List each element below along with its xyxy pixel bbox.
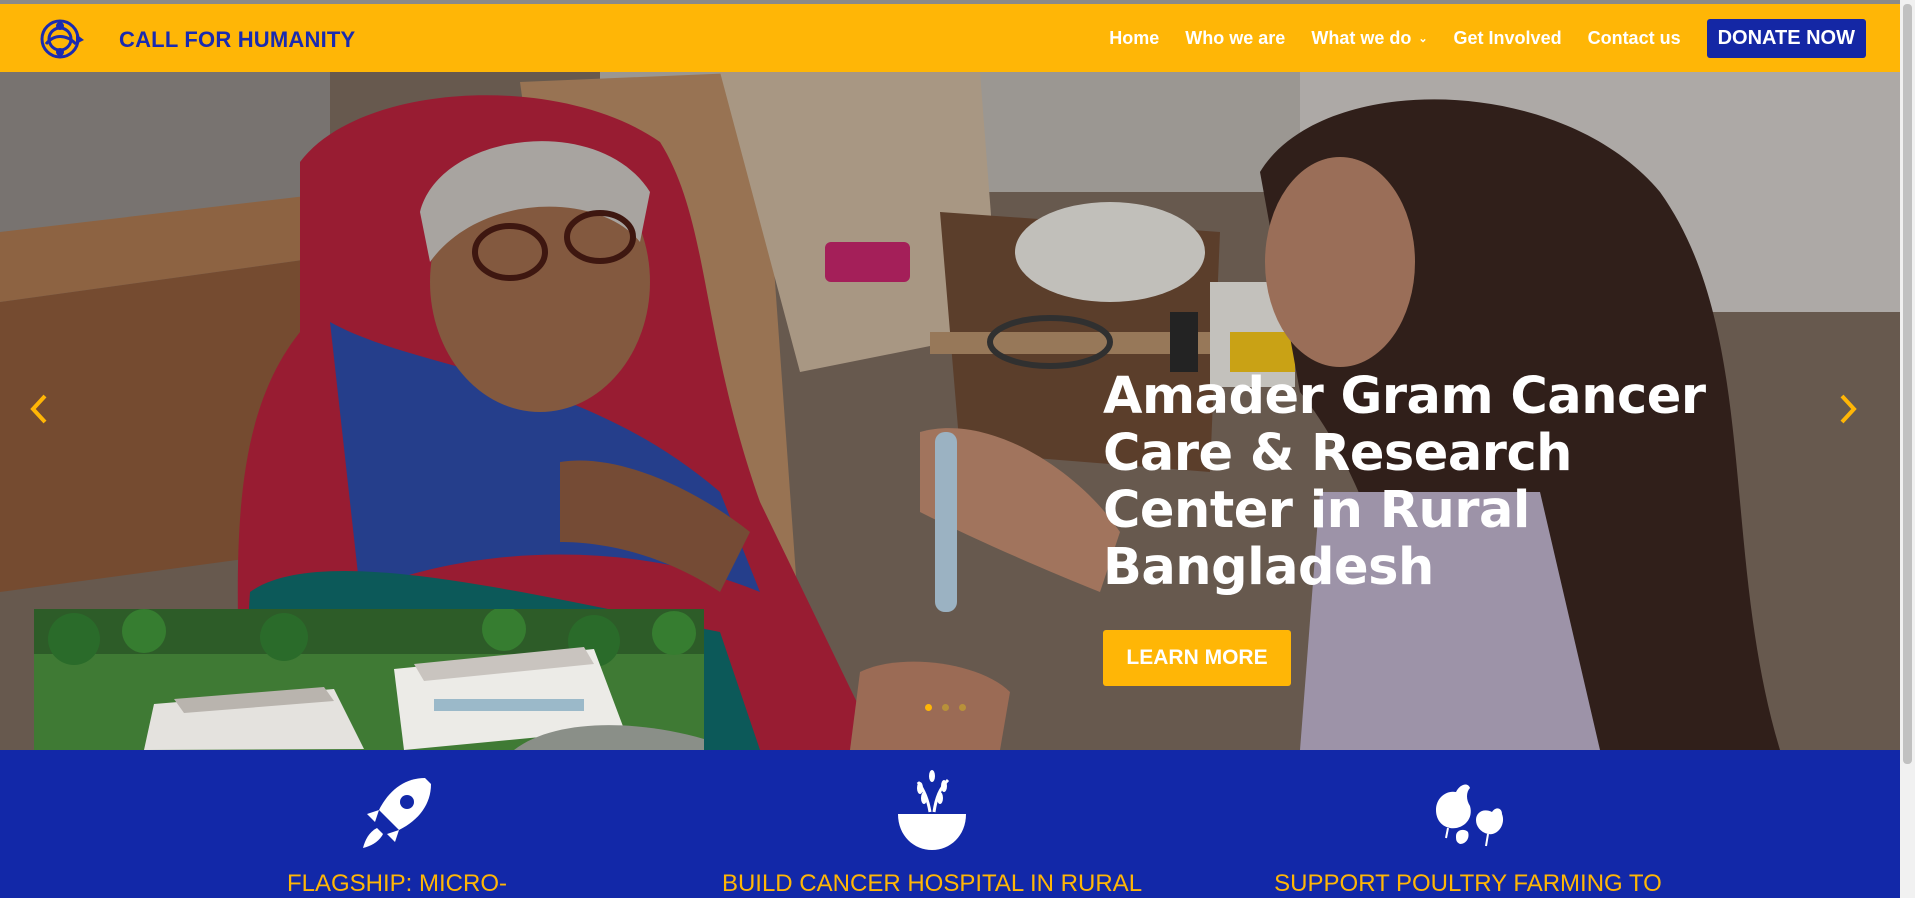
rocket-icon bbox=[363, 778, 431, 848]
slider-dot-1[interactable] bbox=[925, 704, 932, 711]
nav-what-we-do-label: What we do bbox=[1311, 27, 1412, 48]
slider-next-arrow-icon[interactable] bbox=[1837, 392, 1867, 432]
nav-contact-us[interactable]: Contact us bbox=[1588, 28, 1681, 49]
main-nav: Home Who we are What we do ⌄ Get Involved… bbox=[1109, 4, 1900, 72]
nav-home-label: Home bbox=[1109, 27, 1160, 48]
learn-more-button[interactable]: LEARN MORE bbox=[1103, 630, 1291, 686]
feature-title: BUILD CANCER HOSPITAL IN RURAL bbox=[721, 870, 1143, 897]
nav-home[interactable]: Home bbox=[1109, 28, 1159, 49]
grain-bowl-icon bbox=[898, 770, 966, 850]
hero-title-line: Care & Research bbox=[1103, 424, 1572, 483]
page-scrollbar[interactable] bbox=[1900, 0, 1915, 898]
logo-icon[interactable] bbox=[36, 14, 88, 64]
hero-title: Amader Gram Cancer Care & Research Cente… bbox=[1103, 368, 1793, 596]
features-section: FLAGSHIP: MICRO- BUILD CANCER HOSPITAL I… bbox=[0, 750, 1900, 898]
hero-slider: Amader Gram Cancer Care & Research Cente… bbox=[0, 72, 1900, 750]
feature-title: FLAGSHIP: MICRO- bbox=[286, 870, 508, 897]
hero-title-line: Amader Gram Cancer bbox=[1103, 367, 1706, 426]
slider-dot-3[interactable] bbox=[959, 704, 966, 711]
nav-get-involved[interactable]: Get Involved bbox=[1454, 28, 1562, 49]
slider-prev-arrow-icon[interactable] bbox=[28, 392, 58, 432]
nav-get-involved-label: Get Involved bbox=[1453, 27, 1562, 48]
hero-title-line: Bangladesh bbox=[1103, 538, 1434, 597]
brand-name[interactable]: CALL FOR HUMANITY bbox=[119, 27, 355, 53]
scrollbar-thumb[interactable] bbox=[1903, 4, 1912, 764]
site-header: CALL FOR HUMANITY Home Who we are What w… bbox=[0, 4, 1900, 72]
hero-title-line: Center in Rural bbox=[1103, 481, 1530, 540]
nav-what-we-do[interactable]: What we do ⌄ bbox=[1311, 28, 1427, 49]
donate-now-button[interactable]: DONATE NOW bbox=[1706, 18, 1866, 58]
nav-contact-us-label: Contact us bbox=[1587, 27, 1681, 48]
hospital-rendering-image[interactable] bbox=[34, 609, 704, 750]
nav-who-we-are-label: Who we are bbox=[1185, 27, 1286, 48]
nav-who-we-are[interactable]: Who we are bbox=[1185, 28, 1285, 49]
chevron-down-icon: ⌄ bbox=[1418, 32, 1428, 45]
feature-title: SUPPORT POULTRY FARMING TO bbox=[1274, 870, 1662, 897]
chickens-icon bbox=[1436, 784, 1504, 847]
slider-dot-2[interactable] bbox=[942, 704, 949, 711]
slider-pagination bbox=[925, 704, 966, 711]
